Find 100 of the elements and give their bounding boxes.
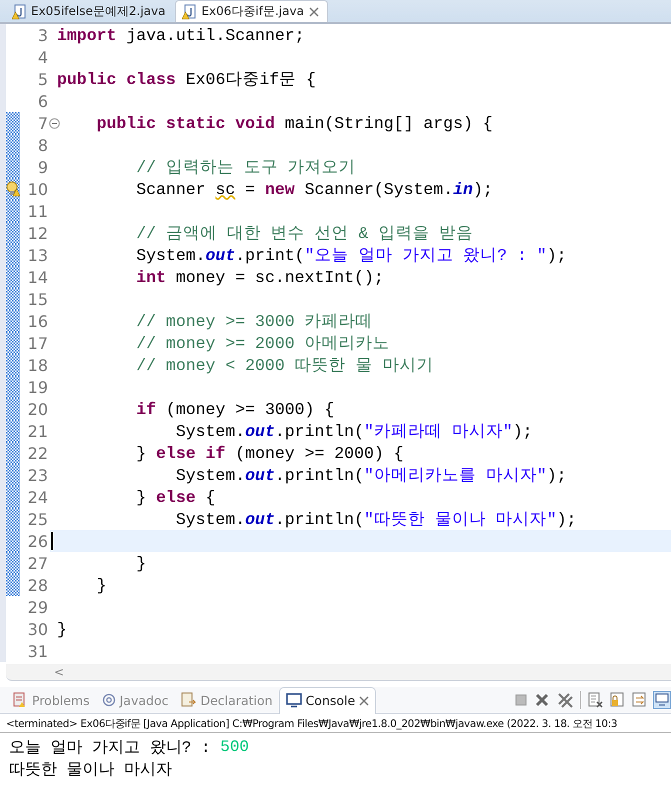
view-tab[interactable]: Problems [6, 687, 96, 713]
console-icon [286, 693, 302, 708]
clear-console-icon[interactable] [587, 692, 603, 708]
code-text: System. [174, 422, 246, 440]
code-text: Scanner(System. [304, 180, 454, 198]
code-text: (money >= 2000) { [234, 444, 404, 462]
close-icon[interactable] [359, 696, 370, 706]
keyword: if [135, 400, 156, 418]
line-number: 8 [38, 136, 49, 154]
keyword: else [156, 488, 196, 506]
code-text: Ex06다중if문 { [184, 69, 316, 90]
code-text: Scanner [135, 180, 207, 198]
line-number: 9 [38, 158, 49, 176]
output-text: 오늘 얼마 가지고 왔니? : [9, 738, 212, 758]
code-text: System. [174, 466, 246, 484]
string-literal: "아메리카노를 마시자" [364, 465, 547, 486]
keyword: void [234, 114, 275, 132]
word-wrap-icon[interactable] [631, 692, 647, 708]
remove-icon[interactable] [534, 692, 550, 708]
keyword: else [156, 444, 196, 462]
line-number: 26 [28, 532, 49, 550]
line-number: 4 [38, 48, 49, 66]
line-number: 13 [28, 246, 49, 264]
warning-variable: sc [215, 180, 236, 198]
declaration-icon [180, 692, 196, 708]
line-number: 24 [28, 488, 49, 506]
code-comment: // money >= 3000 카페라떼 [135, 311, 373, 332]
line-number: 21 [28, 422, 49, 440]
editor-tab[interactable]: Ex05ifelse문예제2.java [6, 1, 174, 22]
line-number: 31 [28, 642, 49, 660]
line-number: 5 [38, 70, 49, 88]
string-literal: "따뜻한 물이나 마시자" [364, 509, 557, 530]
line-number: 25 [28, 510, 49, 528]
code-text: System. [135, 246, 206, 264]
code-text: } [135, 554, 146, 572]
keyword: class [125, 70, 176, 88]
line-number: 27 [28, 554, 49, 572]
horizontal-scrollbar[interactable]: < [6, 664, 671, 681]
console-status-line: <terminated> Ex06다중if문 [Java Application] C:₩Program Files₩Java₩jre1.8.0_202₩bin₩javaw.exe (2022. 3. 18. 오전 10:3 [0, 714, 671, 733]
line-number: 7 [38, 114, 49, 132]
code-text: .println( [274, 510, 364, 528]
problems-icon [12, 692, 28, 708]
line-number: 17 [28, 334, 49, 352]
line-number: 19 [28, 378, 49, 396]
keyword: int [135, 268, 166, 286]
line-number: 10 [28, 180, 49, 198]
code-text: .println( [274, 466, 364, 484]
static-field: out [206, 246, 236, 264]
line-number: 3 [38, 26, 49, 44]
static-field: out [245, 422, 275, 440]
close-icon[interactable] [308, 6, 319, 16]
entered-value: 500 [220, 738, 250, 756]
code-text: } [96, 576, 107, 594]
code-text: } [135, 488, 148, 506]
line-number: 11 [28, 202, 49, 220]
text-cursor [51, 532, 52, 550]
view-tab[interactable]: Declaration [174, 687, 279, 713]
line-number: 6 [38, 92, 49, 110]
keyword: static [164, 114, 226, 132]
line-number: 18 [28, 356, 49, 374]
code-comment: // money < 2000 따뜻한 물 마시기 [135, 355, 434, 376]
keyword: public [57, 70, 116, 88]
code-text: java.util.Scanner; [125, 26, 305, 44]
code-text: .print( [235, 246, 305, 264]
code-text: } [135, 444, 148, 462]
warning-bulb-icon[interactable] [6, 181, 20, 197]
keyword: if [204, 444, 226, 462]
keyword: new [264, 180, 295, 198]
view-tab[interactable]: Console [278, 686, 376, 714]
code-text: .println( [274, 422, 364, 440]
line-number: 29 [28, 598, 49, 616]
code-text: ); [556, 510, 576, 528]
string-literal: "오늘 얼마 가지고 왔니? : " [304, 245, 547, 266]
line-number: 22 [28, 444, 49, 462]
code-comment: // 금액에 대한 변수 선언 & 입력을 받음 [135, 223, 474, 244]
code-text: ); [512, 422, 533, 440]
code-text: ); [546, 246, 566, 264]
stop-icon[interactable] [514, 693, 528, 707]
line-number: 30 [28, 620, 49, 638]
code-text: } [57, 620, 67, 638]
editor-tab[interactable]: Ex06다중if문.java [175, 0, 328, 22]
line-number: 20 [28, 400, 49, 418]
remove-all-icon[interactable] [556, 691, 574, 709]
code-text: ); [546, 466, 567, 484]
scroll-lock-icon[interactable] [609, 692, 625, 708]
static-field: out [245, 466, 275, 484]
display-console-icon[interactable] [653, 691, 671, 709]
scroll-left-arrow[interactable]: < [54, 665, 64, 679]
view-tab[interactable]: Javadoc [96, 687, 174, 713]
line-number: 14 [28, 268, 49, 286]
code-text: money = sc.nextInt(); [174, 268, 384, 286]
keyword: public [96, 114, 156, 132]
collapse-icon[interactable] [49, 118, 60, 129]
static-field: out [245, 510, 275, 528]
static-field: in [453, 180, 473, 198]
code-text: ); [472, 180, 493, 198]
code-comment: // 입력하는 도구 가져오기 [135, 157, 356, 178]
java-file-warning-icon [12, 4, 26, 20]
code-text: System. [174, 510, 246, 528]
output-text: 따뜻한 물이나 마시자 [9, 760, 172, 780]
